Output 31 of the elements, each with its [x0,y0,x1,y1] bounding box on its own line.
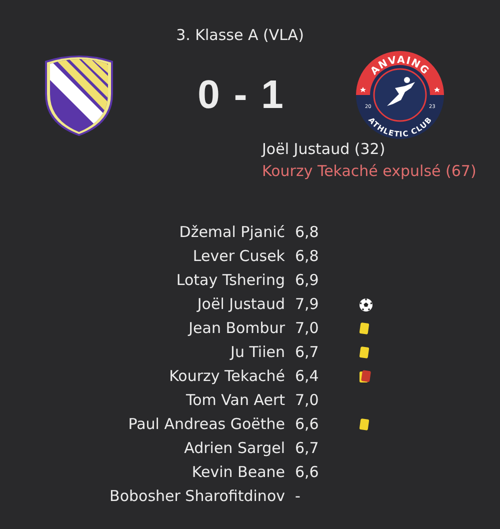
player-name: Joël Justaud [196,294,286,315]
player-rating: 6,7 [295,342,320,363]
player-name: Paul Andreas Goëthe [127,414,286,435]
player-rating: 6,8 [295,246,320,267]
away-score: 1 [261,72,284,118]
player-name: Kourzy Tekaché [168,366,286,387]
player-name: Bobosher Sharofitdinov [108,486,286,507]
dismissal-text: Kourzy Tekaché expulsé (67) [262,162,476,180]
player-name: Adrien Sargel [183,438,286,459]
player-rating: 6,6 [295,414,320,435]
player-name: Lever Cusek [192,246,286,267]
player-rating: 6,8 [295,222,320,243]
player-rating: 6,6 [295,462,320,483]
player-name: Džemal Pjanić [178,222,286,243]
player-name: Ju Tiien [228,342,286,363]
player-name: Lotay Tshering [175,270,286,291]
player-rating: 6,9 [295,270,320,291]
player-rating: 7,9 [295,294,320,315]
player-name: Tom Van Aert [184,390,286,411]
player-rating: 6,4 [295,366,320,387]
player-rating: 7,0 [295,318,320,339]
home-score: 0 [198,72,220,118]
goal-scorer-text: Joël Justaud (32) [262,140,386,158]
player-rating: 6,7 [295,438,320,459]
shield-crest-icon [42,54,116,136]
player-rating: 7,0 [295,390,320,411]
score-separator: - [234,72,248,118]
player-rating: - [295,486,302,507]
player-name: Kevin Beane [190,462,286,483]
player-name: Jean Bombur [186,318,286,339]
competition-title: 3. Klasse A (VLA) [176,26,304,44]
